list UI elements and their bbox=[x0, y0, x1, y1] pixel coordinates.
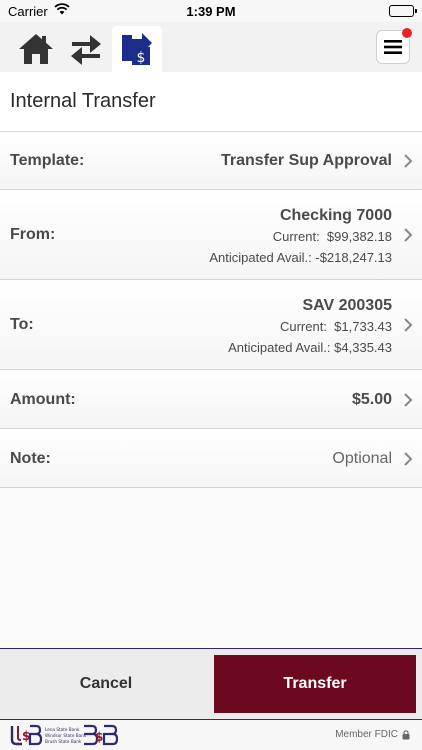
to-label: To: bbox=[10, 316, 34, 333]
bsb-logo-icon: $ bbox=[84, 724, 119, 746]
to-account-name: SAV 200305 bbox=[302, 297, 392, 314]
fdic-label: Member FDIC bbox=[335, 729, 398, 740]
home-icon bbox=[19, 34, 53, 64]
template-row[interactable]: Template: Transfer Sup Approval bbox=[0, 132, 422, 190]
footer: $ Lena State Bank Windsor State Bank Bru… bbox=[0, 720, 422, 750]
template-label: Template: bbox=[10, 152, 85, 169]
fdic-notice: Member FDIC bbox=[335, 729, 410, 740]
from-label: From: bbox=[10, 226, 56, 243]
menu-button[interactable] bbox=[376, 28, 412, 64]
svg-text:Windsor State Bank: Windsor State Bank bbox=[45, 733, 87, 738]
home-button[interactable] bbox=[12, 26, 60, 72]
internal-transfer-tab[interactable]: $ bbox=[112, 26, 162, 72]
note-row[interactable]: Note: Optional bbox=[0, 429, 422, 488]
chevron-right-icon bbox=[404, 452, 413, 466]
from-account-name: Checking 7000 bbox=[279, 207, 392, 224]
swap-icon bbox=[71, 35, 101, 65]
top-toolbar: $ bbox=[0, 22, 422, 72]
chevron-right-icon bbox=[404, 228, 413, 242]
chevron-right-icon bbox=[404, 154, 413, 168]
status-bar: Carrier 1:39 PM bbox=[0, 0, 422, 22]
note-label: Note: bbox=[10, 450, 51, 467]
to-anticipated-balance: Anticipated Avail.: $4,335.43 bbox=[228, 340, 392, 355]
svg-text:$: $ bbox=[137, 50, 146, 66]
transfers-button[interactable] bbox=[62, 26, 110, 72]
from-account-row[interactable]: From: Checking 7000 Current: $99,382.18 … bbox=[0, 190, 422, 280]
amount-row[interactable]: Amount: $5.00 bbox=[0, 370, 422, 429]
transfer-icon: $ bbox=[122, 33, 152, 66]
to-account-row[interactable]: To: SAV 200305 Current: $1,733.43 Antici… bbox=[0, 280, 422, 370]
transfer-form: Internal Transfer Template: Transfer Sup… bbox=[0, 72, 422, 648]
chevron-right-icon bbox=[404, 318, 413, 332]
to-account-details: SAV 200305 Current: $1,733.43 Anticipate… bbox=[228, 296, 392, 358]
amount-label: Amount: bbox=[10, 391, 76, 408]
clock: 1:39 PM bbox=[186, 4, 236, 19]
action-bar: Cancel Transfer bbox=[0, 648, 422, 720]
from-current-balance: Current: $99,382.18 bbox=[272, 229, 392, 244]
menu-icon bbox=[384, 40, 402, 54]
notification-dot bbox=[402, 28, 412, 38]
svg-text:$: $ bbox=[95, 730, 103, 744]
svg-text:Lena State Bank: Lena State Bank bbox=[45, 727, 80, 732]
from-account-details: Checking 7000 Current: $99,382.18 Antici… bbox=[209, 206, 392, 268]
lsb-logo-icon: $ bbox=[10, 724, 43, 746]
amount-value: $5.00 bbox=[351, 391, 392, 408]
to-current-balance: Current: $1,733.43 bbox=[279, 319, 392, 334]
lock-icon bbox=[402, 729, 410, 739]
note-placeholder: Optional bbox=[332, 450, 392, 467]
chevron-right-icon bbox=[404, 393, 413, 407]
page-title: Internal Transfer bbox=[0, 72, 422, 132]
template-value: Transfer Sup Approval bbox=[221, 152, 392, 169]
svg-text:Brush State Bank: Brush State Bank bbox=[45, 739, 82, 744]
transfer-button[interactable]: Transfer bbox=[214, 655, 416, 713]
cancel-button[interactable]: Cancel bbox=[0, 649, 212, 719]
battery-icon bbox=[389, 5, 417, 17]
bank-logos: $ Lena State Bank Windsor State Bank Bru… bbox=[10, 724, 119, 746]
from-anticipated-balance: Anticipated Avail.: -$218,247.13 bbox=[209, 250, 392, 265]
